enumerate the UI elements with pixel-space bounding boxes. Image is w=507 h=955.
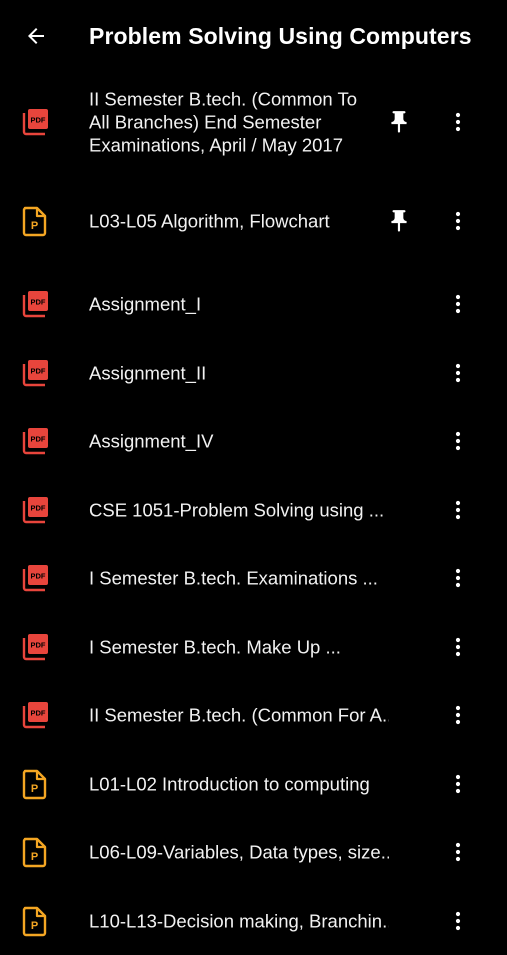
- pdf-file-icon: PDF: [20, 631, 50, 663]
- file-row[interactable]: P L10-L13-Decision making, Branchin...: [0, 887, 507, 955]
- file-name: L03-L05 Algorithm, Flowchart: [89, 210, 389, 233]
- svg-text:P: P: [31, 783, 38, 795]
- svg-text:PDF: PDF: [31, 298, 46, 307]
- page-title: Problem Solving Using Computers: [89, 20, 472, 52]
- more-options-button[interactable]: [442, 205, 474, 237]
- pdf-file-icon: PDF: [20, 562, 50, 594]
- file-name: L10-L13-Decision making, Branchin...: [89, 909, 389, 932]
- file-row[interactable]: P L03-L05 Algorithm, Flowchart: [0, 172, 507, 270]
- file-row[interactable]: PDF I Semester B.tech. Examinations ...: [0, 544, 507, 613]
- file-row[interactable]: PDF II Semester B.tech. (Common For A...: [0, 681, 507, 750]
- pin-icon[interactable]: [386, 109, 412, 135]
- file-name: II Semester B.tech. (Common To All Branc…: [89, 88, 369, 157]
- more-vertical-icon: [446, 429, 470, 453]
- more-options-button[interactable]: [442, 357, 474, 389]
- pdf-file-icon: PDF: [20, 699, 50, 731]
- more-vertical-icon: [446, 110, 470, 134]
- pdf-file-icon: PDF: [20, 288, 50, 320]
- file-row[interactable]: PDF I Semester B.tech. Make Up ...: [0, 613, 507, 682]
- file-name: Assignment_IV: [89, 430, 389, 453]
- more-vertical-icon: [446, 772, 470, 796]
- file-list: PDF II Semester B.tech. (Common To All Br…: [0, 72, 507, 955]
- more-options-button[interactable]: [442, 562, 474, 594]
- file-name: Assignment_I: [89, 293, 389, 316]
- more-options-button[interactable]: [442, 631, 474, 663]
- more-options-button[interactable]: [442, 768, 474, 800]
- more-options-button[interactable]: [442, 425, 474, 457]
- file-row[interactable]: P L06-L09-Variables, Data types, size...: [0, 818, 507, 887]
- file-name: II Semester B.tech. (Common For A...: [89, 704, 389, 727]
- svg-text:PDF: PDF: [31, 709, 46, 718]
- more-vertical-icon: [446, 498, 470, 522]
- svg-text:P: P: [31, 220, 38, 232]
- presentation-file-icon: P: [20, 905, 50, 937]
- file-name: I Semester B.tech. Make Up ...: [89, 635, 389, 658]
- arrow-left-icon: [24, 24, 48, 48]
- pin-icon[interactable]: [386, 208, 412, 234]
- more-vertical-icon: [446, 840, 470, 864]
- pdf-file-icon: PDF: [20, 425, 50, 457]
- pdf-file-icon: PDF: [20, 357, 50, 389]
- file-name: CSE 1051-Problem Solving using ...: [89, 498, 389, 521]
- back-button[interactable]: [14, 16, 58, 56]
- file-name: L01-L02 Introduction to computing: [89, 772, 389, 795]
- more-vertical-icon: [446, 635, 470, 659]
- file-row[interactable]: PDF Assignment_II: [0, 339, 507, 408]
- pdf-file-icon: PDF: [20, 106, 50, 138]
- more-vertical-icon: [446, 909, 470, 933]
- svg-text:PDF: PDF: [31, 503, 46, 512]
- more-options-button[interactable]: [442, 699, 474, 731]
- presentation-file-icon: P: [20, 836, 50, 868]
- svg-text:PDF: PDF: [31, 640, 46, 649]
- svg-text:PDF: PDF: [31, 572, 46, 581]
- file-name: I Semester B.tech. Examinations ...: [89, 567, 389, 590]
- file-row[interactable]: P L01-L02 Introduction to computing: [0, 750, 507, 819]
- file-row[interactable]: PDF II Semester B.tech. (Common To All Br…: [0, 72, 507, 172]
- pdf-file-icon: PDF: [20, 494, 50, 526]
- more-options-button[interactable]: [442, 836, 474, 868]
- file-row[interactable]: PDF Assignment_I: [0, 270, 507, 339]
- svg-text:PDF: PDF: [31, 116, 46, 125]
- more-options-button[interactable]: [442, 106, 474, 138]
- app-bar: Problem Solving Using Computers: [0, 0, 507, 72]
- more-vertical-icon: [446, 703, 470, 727]
- file-name: Assignment_II: [89, 361, 389, 384]
- file-row[interactable]: PDF CSE 1051-Problem Solving using ...: [0, 476, 507, 545]
- svg-text:P: P: [31, 920, 38, 932]
- more-vertical-icon: [446, 292, 470, 316]
- presentation-file-icon: P: [20, 205, 50, 237]
- file-row[interactable]: PDF Assignment_IV: [0, 407, 507, 476]
- presentation-file-icon: P: [20, 768, 50, 800]
- more-vertical-icon: [446, 566, 470, 590]
- more-vertical-icon: [446, 361, 470, 385]
- more-vertical-icon: [446, 209, 470, 233]
- file-name: L06-L09-Variables, Data types, size...: [89, 841, 389, 864]
- more-options-button[interactable]: [442, 905, 474, 937]
- more-options-button[interactable]: [442, 288, 474, 320]
- svg-text:PDF: PDF: [31, 435, 46, 444]
- more-options-button[interactable]: [442, 494, 474, 526]
- svg-text:PDF: PDF: [31, 366, 46, 375]
- svg-text:P: P: [31, 851, 38, 863]
